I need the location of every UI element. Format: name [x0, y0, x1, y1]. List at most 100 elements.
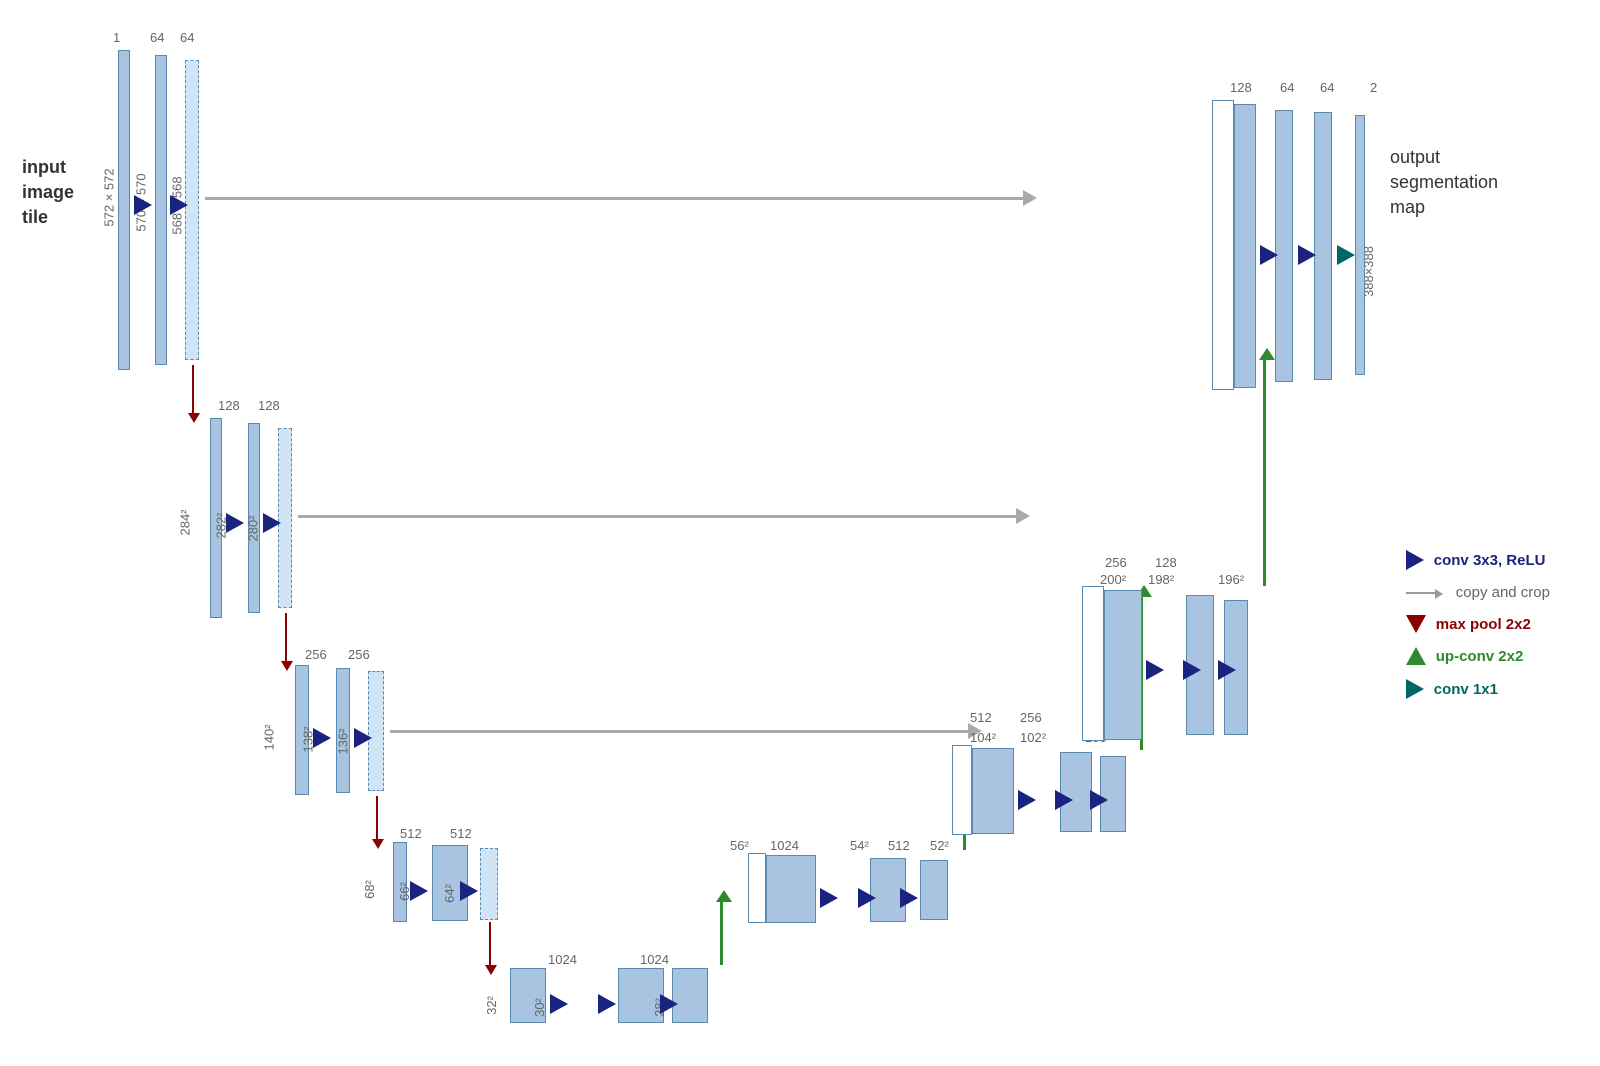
conv-arrow-dec4-1	[820, 888, 838, 908]
fmap-dec1-4	[1314, 112, 1332, 380]
label-dec-54: 54²	[850, 838, 869, 853]
label-512b: 512	[450, 826, 472, 841]
conv-arrow-dec3-1	[1018, 790, 1036, 810]
label-256b: 256	[348, 647, 370, 662]
label-68: 68²	[362, 880, 377, 899]
label-dec-56: 56²	[730, 838, 749, 853]
legend-conv1x1-label: conv 1x1	[1434, 681, 1498, 698]
label-dec-128b: 128	[1230, 80, 1252, 95]
legend: conv 3x3, ReLU copy and crop max pool 2x…	[1406, 550, 1550, 713]
label-dec-1024: 1024	[770, 838, 799, 853]
conv-arrow-enc1-1	[134, 195, 152, 215]
conv-arrow-dec3-2	[1055, 790, 1073, 810]
upconv-arrow-1	[1263, 358, 1266, 586]
label-1024b: 1024	[640, 952, 669, 967]
label-572: 572 × 572	[102, 168, 117, 226]
fmap-enc1-1	[118, 50, 130, 370]
label-1024a: 1024	[548, 952, 577, 967]
fmap-dec4-2	[766, 855, 816, 923]
fmap-dec3-2	[972, 748, 1014, 834]
maxpool-arrow-2	[285, 613, 287, 663]
fmap-dec3-1	[952, 745, 972, 835]
upconv-arrow-4	[720, 900, 723, 965]
conv-arrow-bot-1	[550, 994, 568, 1014]
conv-arrow-dec3-3	[1090, 790, 1108, 810]
label-256a: 256	[305, 647, 327, 662]
label-512a: 512	[400, 826, 422, 841]
label-128a: 128	[218, 398, 240, 413]
label-dec-256b: 256	[1105, 555, 1127, 570]
conv-arrow-enc3-1	[313, 728, 331, 748]
label-280: 280²	[246, 515, 261, 541]
label-dec-104: 104²	[970, 730, 996, 745]
maxpool-arrow-3	[376, 796, 378, 841]
copy-arrow-1	[205, 197, 1025, 200]
copy-arrow-2	[298, 515, 1018, 518]
label-dec-200: 200²	[1100, 572, 1126, 587]
label-136: 136²	[336, 728, 351, 754]
label-dec-196: 196²	[1218, 572, 1244, 587]
label-128b: 128	[258, 398, 280, 413]
maxpool-arrow-4	[489, 922, 491, 967]
label-dec-128a: 128	[1155, 555, 1177, 570]
conv-arrow-dec1-2	[1298, 245, 1316, 265]
conv-arrow-dec1-1	[1260, 245, 1278, 265]
fmap-dec2-2	[1104, 590, 1142, 740]
conv-arrow-dec4-2	[858, 888, 876, 908]
label-dec-64b: 64	[1320, 80, 1334, 95]
legend-conv-icon	[1406, 550, 1424, 570]
fmap-dec1-1	[1212, 100, 1234, 390]
conv-arrow-enc4-1	[410, 881, 428, 901]
legend-conv: conv 3x3, ReLU	[1406, 550, 1550, 570]
copy-arrow-3	[390, 730, 970, 733]
legend-upconv: up-conv 2x2	[1406, 647, 1550, 665]
label-64b: 64	[180, 30, 194, 45]
fmap-dec4-1	[748, 853, 766, 923]
fmap-dec2-1	[1082, 586, 1104, 741]
fmap-dec1-5	[1355, 115, 1365, 375]
conv-arrow-enc2-2	[263, 513, 281, 533]
legend-maxpool-icon	[1406, 615, 1426, 633]
conv-arrow-bot-3	[660, 994, 678, 1014]
label-1: 1	[113, 30, 120, 45]
legend-upconv-icon	[1406, 647, 1426, 665]
conv-arrow-dec4-3	[900, 888, 918, 908]
fmap-dec4-4	[920, 860, 948, 920]
input-label: inputimagetile	[22, 155, 74, 231]
fmap-enc1-2	[155, 55, 167, 365]
label-dec-198: 198²	[1148, 572, 1174, 587]
legend-copy: copy and crop	[1406, 584, 1550, 601]
fmap-enc4-3	[480, 848, 498, 920]
conv-arrow-dec2-2	[1183, 660, 1201, 680]
legend-conv-label: conv 3x3, ReLU	[1434, 552, 1546, 569]
label-dec-64a: 64	[1280, 80, 1294, 95]
legend-conv1x1: conv 1x1	[1406, 679, 1550, 699]
legend-maxpool-label: max pool 2x2	[1436, 616, 1531, 633]
conv1x1-arrow	[1337, 245, 1355, 265]
output-label: outputsegmentationmap	[1390, 145, 1498, 221]
label-284: 284²	[178, 509, 193, 535]
label-140: 140²	[262, 724, 277, 750]
label-30: 30²	[532, 998, 547, 1017]
conv-arrow-enc2-1	[226, 513, 244, 533]
label-64c: 64²	[442, 884, 457, 903]
label-dec-512b: 512	[970, 710, 992, 725]
legend-copy-label: copy and crop	[1456, 584, 1550, 601]
label-32: 32²	[484, 996, 499, 1015]
fmap-dec1-2	[1234, 104, 1256, 388]
conv-arrow-dec2-1	[1146, 660, 1164, 680]
maxpool-arrow-1	[192, 365, 194, 415]
unet-diagram: 1 64 64 572 × 572 570 × 570 568 × 568 12…	[0, 0, 1600, 1066]
label-dec-512: 512	[888, 838, 910, 853]
label-64a: 64	[150, 30, 164, 45]
conv-arrow-enc4-2	[460, 881, 478, 901]
legend-upconv-label: up-conv 2x2	[1436, 648, 1524, 665]
conv-arrow-enc1-2	[170, 195, 188, 215]
conv-arrow-enc3-2	[354, 728, 372, 748]
legend-maxpool: max pool 2x2	[1406, 615, 1550, 633]
label-dec-256: 256	[1020, 710, 1042, 725]
label-dec-2: 2	[1370, 80, 1377, 95]
conv-arrow-bot-2	[598, 994, 616, 1014]
label-dec-52: 52²	[930, 838, 949, 853]
legend-copy-icon	[1406, 592, 1436, 594]
